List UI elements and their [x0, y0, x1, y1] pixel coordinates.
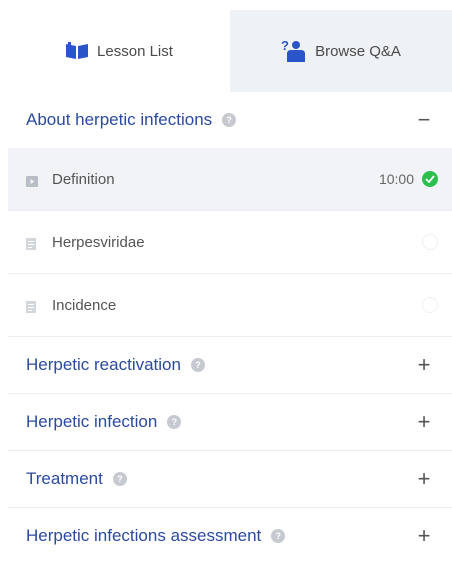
expand-icon[interactable]: + [412, 525, 436, 547]
video-icon [26, 174, 38, 187]
section-header-about-herpetic-infections[interactable]: About herpetic infections ? − [8, 92, 452, 148]
section-header-herpetic-infection[interactable]: Herpetic infection ? + [8, 394, 452, 450]
tab-bar: Lesson List ? Browse Q&A [8, 10, 452, 92]
lesson-right [422, 234, 438, 250]
help-icon[interactable]: ? [112, 472, 127, 486]
document-icon [26, 300, 38, 313]
help-icon[interactable]: ? [190, 358, 205, 372]
expand-icon[interactable]: + [412, 354, 436, 376]
section-title-wrap: Herpetic reactivation ? [26, 355, 205, 375]
collapse-icon[interactable]: − [412, 109, 436, 131]
lesson-right: 10:00 [379, 171, 438, 187]
tab-browse-qa[interactable]: ? Browse Q&A [230, 10, 452, 92]
help-icon[interactable]: ? [167, 415, 182, 429]
tab-lesson-list[interactable]: Lesson List [8, 10, 230, 92]
incomplete-circle-icon [422, 234, 438, 250]
completed-check-icon [422, 171, 438, 187]
document-icon [26, 237, 38, 250]
lesson-title: Definition [52, 170, 115, 188]
expand-icon[interactable]: + [412, 411, 436, 433]
section-title-wrap: Treatment ? [26, 469, 127, 489]
lesson-item-definition[interactable]: Definition 10:00 [8, 148, 452, 211]
section-title: Herpetic infections assessment [26, 526, 262, 545]
section-header-herpetic-infections-assessment[interactable]: Herpetic infections assessment ? + [8, 508, 452, 564]
tab-browse-qa-label: Browse Q&A [315, 42, 401, 60]
lesson-right [422, 297, 438, 313]
help-icon[interactable]: ? [271, 529, 286, 543]
question-person-icon: ? [281, 39, 307, 63]
incomplete-circle-icon [422, 297, 438, 313]
section-title: Treatment [26, 469, 103, 488]
lesson-title: Herpesviridae [52, 233, 145, 251]
section-title-wrap: Herpetic infections assessment ? [26, 526, 286, 546]
book-icon [65, 42, 89, 60]
section-title-wrap: Herpetic infection ? [26, 412, 182, 432]
section-header-herpetic-reactivation[interactable]: Herpetic reactivation ? + [8, 337, 452, 393]
lesson-left: Definition [26, 171, 115, 188]
lesson-duration: 10:00 [378, 171, 414, 187]
section-title: About herpetic infections [26, 110, 213, 129]
lesson-item-herpesviridae[interactable]: Herpesviridae [8, 211, 452, 274]
section-header-treatment[interactable]: Treatment ? + [8, 451, 452, 507]
svg-text:?: ? [281, 39, 289, 53]
lesson-sidebar: Lesson List ? Browse Q&A About herpetic … [8, 10, 452, 580]
lesson-item-incidence[interactable]: Incidence [8, 274, 452, 337]
expand-icon[interactable]: + [412, 468, 436, 490]
section-title: Herpetic reactivation [26, 355, 181, 374]
section-title: Herpetic infection [26, 412, 158, 431]
lesson-left: Incidence [26, 297, 116, 314]
lesson-title: Incidence [52, 296, 117, 314]
tab-lesson-list-label: Lesson List [97, 42, 173, 60]
section-title-wrap: About herpetic infections ? [26, 110, 237, 130]
help-icon[interactable]: ? [222, 113, 237, 127]
lesson-left: Herpesviridae [26, 234, 145, 251]
